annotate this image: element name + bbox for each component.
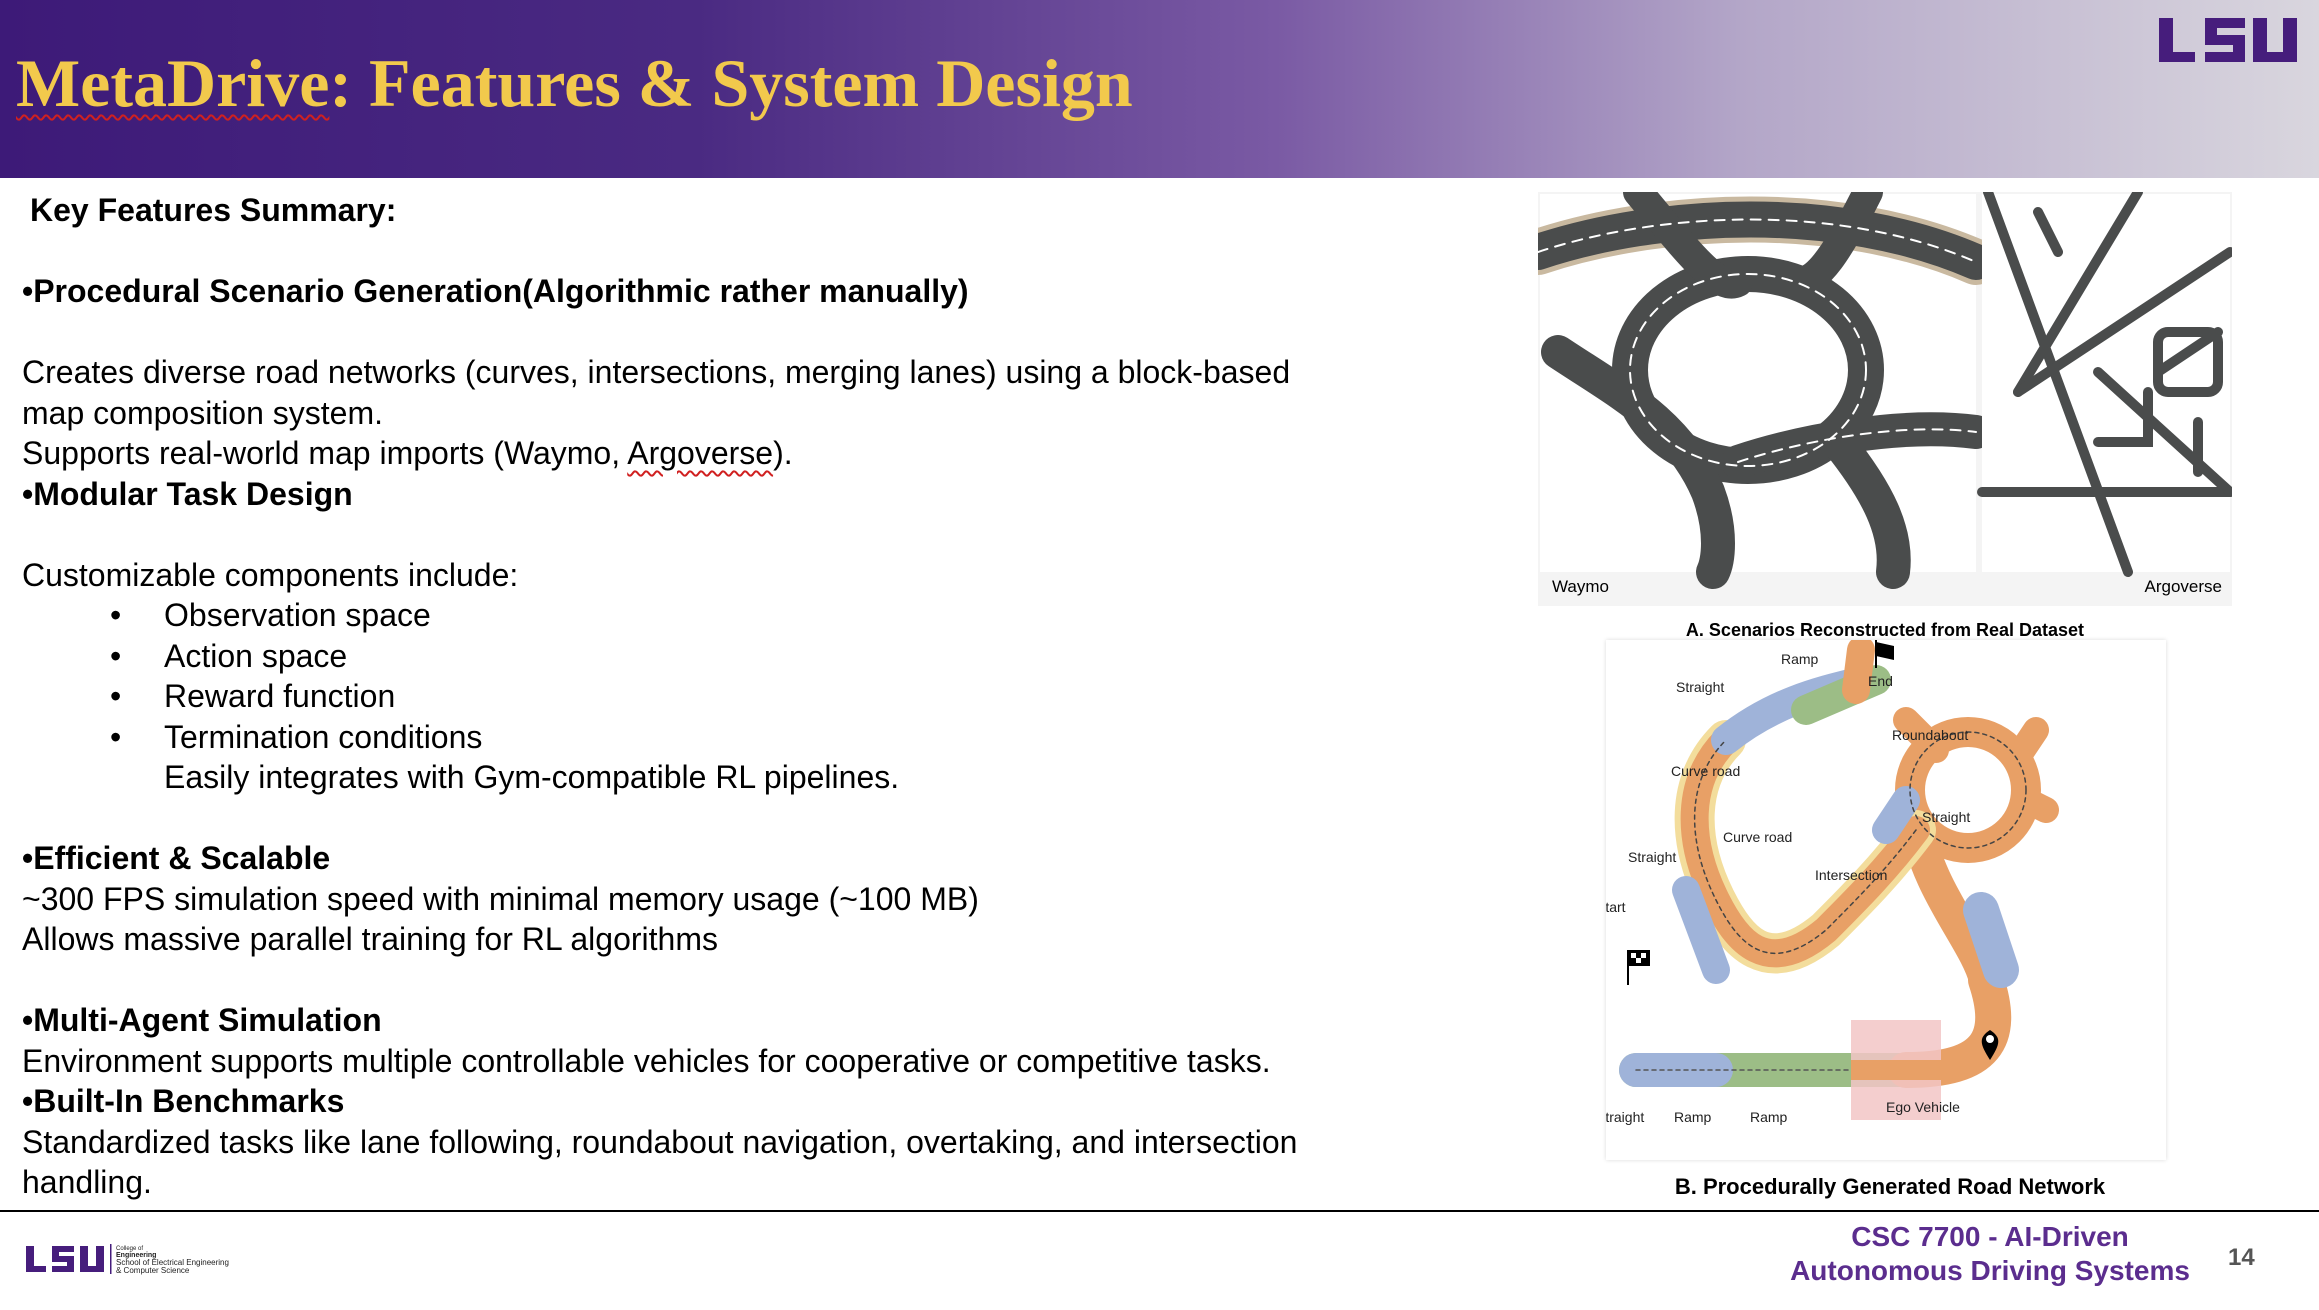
list-item: • Observation space [110,597,431,633]
argoverse-word: Argoverse [627,435,774,471]
footer-divider [0,1210,2319,1212]
line3-post: ). [773,435,793,471]
course-line1: CSC 7700 - AI-Driven [1851,1221,2129,1252]
list-item-text: Observation space [164,597,431,633]
feature-benchmarks-line2: handling. [22,1164,152,1200]
feature-modular-intro: Customizable components include: [22,556,519,593]
list-item-text: Termination conditions [164,718,483,755]
line3-pre: Supports real-world map imports (Waymo, [22,435,628,471]
argoverse-label: Argoverse [2145,577,2222,596]
list-item-text: Action space [164,637,348,674]
label-straight-left: Straight [1628,849,1676,865]
title-rest: : Features & System Design [329,45,1133,121]
label-ramp-top: Ramp [1781,651,1819,667]
feature-modular-title: •Modular Task Design [22,475,353,512]
label-start: Start [1606,899,1626,915]
list-item-text: Reward function [164,678,396,714]
feature-efficient-title: •Efficient & Scalable [22,840,331,876]
feature-benchmarks-line1: Standardized tasks like lane following, … [22,1123,1298,1160]
figure-b-caption: B. Procedurally Generated Road Network [1674,1174,2106,1199]
page-number: 14 [2228,1244,2255,1271]
course-title: CSC 7700 - AI-Driven Autonomous Driving … [1760,1220,2220,1288]
feature-procedural-line3: Supports real-world map imports (Waymo, … [22,433,1362,474]
slide-title: MetaDrive: Features & System Design [16,44,1133,123]
feature-benchmarks-title: •Built-In Benchmarks [22,1083,345,1119]
feature-procedural-title: •Procedural Scenario Generation(Algorith… [22,273,969,309]
label-curve-road-1: Curve road [1671,763,1740,779]
features-text: Key Features Summary: •Procedural Scenar… [22,190,1362,1203]
label-end: End [1868,673,1893,689]
course-line2: Autonomous Driving Systems [1790,1255,2190,1286]
lsu-logo-top [2159,18,2297,62]
figure-b-road-network: Ramp End Straight Roundabout Curve road … [1606,640,2166,1160]
title-metadrive: MetaDrive [16,45,330,121]
footer-logo-graphic: College of Engineering School of Electri… [26,1244,229,1275]
feature-efficient-line2: Allows massive parallel training for RL … [22,921,718,957]
key-features-heading: Key Features Summary: [30,192,397,228]
college-line4: & Computer Science [116,1266,190,1275]
label-intersection: Intersection [1815,867,1887,883]
label-ramp-bottom-1: Ramp [1674,1109,1712,1125]
list-item: • Reward function [110,678,396,714]
list-item: • Termination conditions [110,718,483,755]
feature-procedural-line1: Creates diverse road networks (curves, i… [22,354,1291,390]
footer-lsu-logo: College of Engineering School of Electri… [24,1238,284,1283]
label-straight-right: Straight [1922,809,1970,825]
figure-a-scenarios: Waymo Argoverse [1538,192,2232,606]
label-ego-vehicle: Ego Vehicle [1886,1099,1960,1115]
label-roundabout: Roundabout [1892,727,1968,743]
label-curve-road-2: Curve road [1723,829,1792,845]
label-ramp-bottom-2: Ramp [1750,1109,1788,1125]
feature-procedural-line2: map composition system. [22,394,384,431]
feature-multiagent-title: •Multi-Agent Simulation [22,1002,382,1038]
feature-efficient-line1: ~300 FPS simulation speed with minimal m… [22,880,979,917]
figure-a-caption: A. Scenarios Reconstructed from Real Dat… [1685,620,2085,640]
list-item: • Action space [110,637,348,674]
label-straight-top: Straight [1676,679,1724,695]
waymo-label: Waymo [1552,577,1609,596]
label-straight-bottom: Straight [1606,1109,1644,1125]
feature-multiagent-line1: Environment supports multiple controllab… [22,1042,1271,1079]
argoverse-map: Argoverse [1977,192,2232,596]
feature-modular-after: Easily integrates with Gym-compatible RL… [164,759,900,795]
waymo-map: Waymo [1538,192,1999,596]
